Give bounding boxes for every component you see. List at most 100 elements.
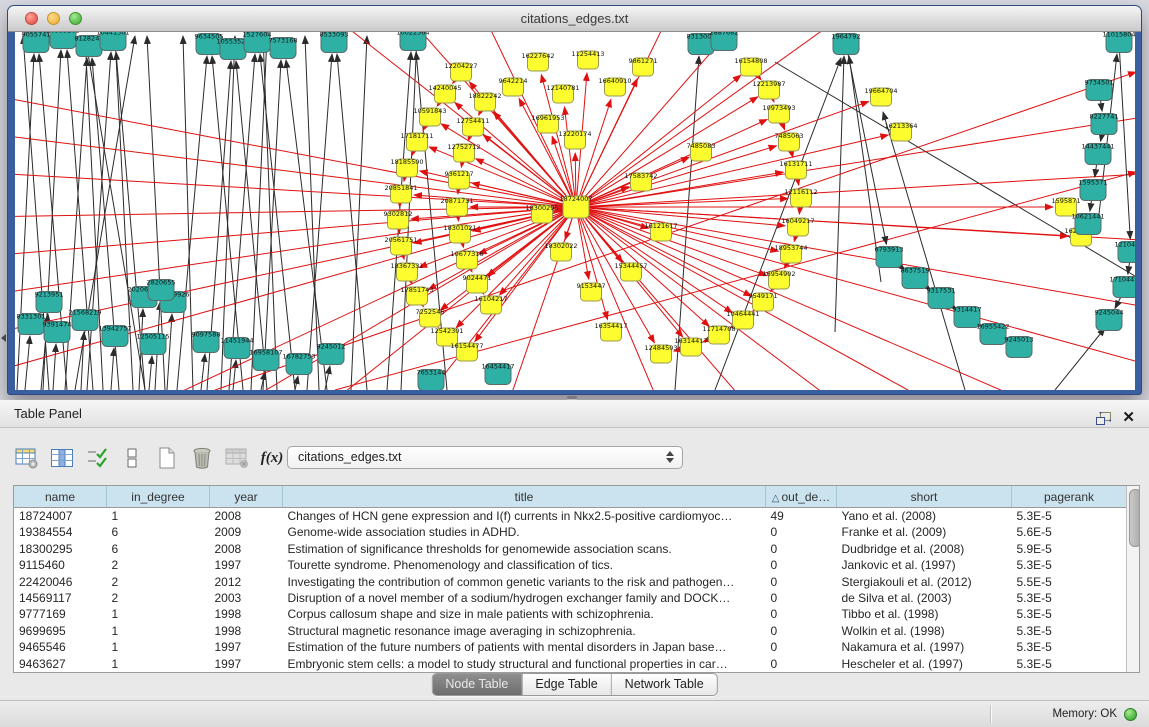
column-header-name[interactable]: name xyxy=(14,486,107,508)
column-header-year[interactable]: year xyxy=(210,486,283,508)
table-row[interactable]: 2242004622012Investigating the contribut… xyxy=(14,574,1126,590)
graph-node[interactable]: 16154477 xyxy=(450,342,483,361)
graph-node[interactable]: 15344457 xyxy=(614,262,647,281)
graph-node[interactable]: 11254413 xyxy=(571,50,604,69)
column-header-short[interactable]: short xyxy=(837,486,1012,508)
graph-node[interactable]: 10973493 xyxy=(762,104,795,123)
column-header-pagerank[interactable]: pagerank xyxy=(1012,486,1127,508)
graph-node[interactable]: 7485063 xyxy=(775,132,804,151)
graph-node[interactable]: 1964792 xyxy=(832,33,861,55)
table-row[interactable]: 1938455462009Genome-wide association stu… xyxy=(14,524,1126,540)
table-row[interactable]: 911546021997Tourette syndrome. Phenomeno… xyxy=(14,557,1126,573)
select-all-icon[interactable] xyxy=(85,446,109,470)
graph-node[interactable]: 10677316 xyxy=(450,250,483,269)
splitter-handle[interactable] xyxy=(567,396,577,399)
table-row[interactable]: 1830029562008Estimation of significance … xyxy=(14,541,1126,557)
graph-node[interactable]: 9245013 xyxy=(1005,336,1034,358)
close-button[interactable] xyxy=(25,12,38,25)
graph-node[interactable]: 10591843 xyxy=(413,107,446,126)
graph-node[interactable]: 1595371 xyxy=(1079,179,1108,201)
graph-node[interactable]: 16131711 xyxy=(779,160,812,179)
graph-node[interactable]: 20851841 xyxy=(384,184,417,203)
minimize-button[interactable] xyxy=(47,12,60,25)
graph-node[interactable]: 13220174 xyxy=(558,130,591,149)
graph-node[interactable]: 9317531 xyxy=(927,287,956,309)
graph-node[interactable]: 12754411 xyxy=(456,117,489,136)
column-header-in_degree[interactable]: in_degree xyxy=(107,486,210,508)
graph-node[interactable]: 10441301 xyxy=(96,32,129,51)
graph-node[interactable]: 12204227 xyxy=(444,62,477,81)
graph-node[interactable]: 8533093 xyxy=(320,32,349,53)
delete-icon[interactable] xyxy=(190,446,214,470)
close-panel-icon[interactable]: ✕ xyxy=(1122,404,1135,431)
graph-node[interactable]: 9549171 xyxy=(749,292,778,311)
network-canvas[interactable]: 9055741105352618128246104413019634505105… xyxy=(15,32,1135,390)
graph-node[interactable]: 16227642 xyxy=(521,52,554,71)
graph-node[interactable]: 7485083 xyxy=(687,142,716,161)
graph-node[interactable]: 10022564 xyxy=(396,32,429,51)
scrollbar-thumb[interactable] xyxy=(1129,489,1141,547)
table-row[interactable]: 969969511998Structural magnetic resonanc… xyxy=(14,623,1126,639)
graph-node[interactable]: 7653144 xyxy=(417,369,446,391)
graph-node[interactable]: 18301021 xyxy=(443,224,476,243)
graph-node[interactable]: 17104417 xyxy=(1109,276,1135,298)
graph-node[interactable]: 16782753 xyxy=(282,353,315,375)
tab-node-table[interactable]: Node Table xyxy=(432,674,522,695)
graph-node[interactable]: 12140781 xyxy=(546,84,579,103)
graph-node[interactable]: 11015804 xyxy=(1102,32,1135,53)
table-select-dropdown[interactable]: citations_edges.txt xyxy=(287,446,683,469)
graph-node[interactable]: 8227741 xyxy=(1090,113,1119,135)
graph-node[interactable]: 2887682 xyxy=(710,32,739,51)
graph-node[interactable]: 14437441 xyxy=(1081,143,1114,165)
graph-node[interactable]: 12104554 xyxy=(1114,241,1135,263)
graph-node[interactable]: 18185500 xyxy=(390,158,423,177)
graph-node[interactable]: 9055741 xyxy=(22,32,51,53)
graph-node[interactable]: 9024471 xyxy=(463,274,492,293)
graph-node[interactable]: 7252546 xyxy=(416,308,445,327)
graph-node[interactable]: 9302812 xyxy=(384,210,413,229)
window-titlebar[interactable]: citations_edges.txt xyxy=(8,6,1141,32)
graph-node[interactable]: 8331301 xyxy=(17,313,46,335)
graph-node[interactable]: 16354417 xyxy=(594,322,627,341)
memory-status-icon[interactable] xyxy=(1124,708,1137,721)
graph-node[interactable]: 20561751 xyxy=(384,236,417,255)
table-row[interactable]: 977716911998Corpus callosum shape and si… xyxy=(14,606,1126,622)
zoom-button[interactable] xyxy=(69,12,82,25)
new-document-icon[interactable] xyxy=(155,446,179,470)
function-builder-icon[interactable]: f(x) xyxy=(260,446,284,470)
table-row[interactable]: 1456911722003Disruption of a novel membe… xyxy=(14,590,1126,606)
graph-node[interactable]: 9153447 xyxy=(577,282,606,301)
graph-node[interactable]: 6793913 xyxy=(875,246,904,268)
graph-node[interactable]: 16454417 xyxy=(481,363,514,385)
graph-node[interactable]: 7573168 xyxy=(269,37,298,59)
graph-node[interactable]: 12213987 xyxy=(752,80,785,99)
tab-network-table[interactable]: Network Table xyxy=(612,674,717,695)
graph-node[interactable]: 12116112 xyxy=(784,188,817,207)
graph-node[interactable]: 14240045 xyxy=(428,84,461,103)
graph-node[interactable]: 9097588 xyxy=(192,331,221,353)
column-header-title[interactable]: title xyxy=(283,486,766,508)
table-row[interactable]: 1872400712008Changes of HCN gene express… xyxy=(14,508,1126,525)
graph-node[interactable]: 13942757 xyxy=(98,325,131,347)
graph-node[interactable]: 18302022 xyxy=(544,242,577,261)
show-columns-icon[interactable] xyxy=(50,446,74,470)
graph-node[interactable]: 9391474 xyxy=(43,321,72,343)
tab-edge-table[interactable]: Edge Table xyxy=(522,674,611,695)
graph-node[interactable]: 16049217 xyxy=(781,217,814,236)
graph-node[interactable]: 16213364 xyxy=(884,122,917,141)
graph-node[interactable]: 9213951 xyxy=(35,291,64,313)
control-panel-collapse-arrow[interactable] xyxy=(1,334,6,342)
graph-node[interactable]: 9734501 xyxy=(1085,79,1114,101)
import-table-icon[interactable] xyxy=(225,446,249,470)
graph-node[interactable]: 8637519 xyxy=(901,267,930,289)
graph-node[interactable]: 12752712 xyxy=(447,143,480,162)
graph-node[interactable]: 12505115 xyxy=(136,333,169,355)
graph-node[interactable]: 9245044 xyxy=(1095,309,1124,331)
table-row[interactable]: 946554611997Estimation of the future num… xyxy=(14,639,1126,655)
graph-node[interactable]: 16640910 xyxy=(598,77,631,96)
graph-node[interactable]: 8128246 xyxy=(75,35,104,57)
table-scrollbar[interactable] xyxy=(1126,486,1140,672)
graph-node[interactable]: 19664704 xyxy=(864,87,897,106)
graph-node[interactable]: 18724007 xyxy=(559,195,592,218)
graph-node[interactable]: 16958107 xyxy=(249,349,282,371)
